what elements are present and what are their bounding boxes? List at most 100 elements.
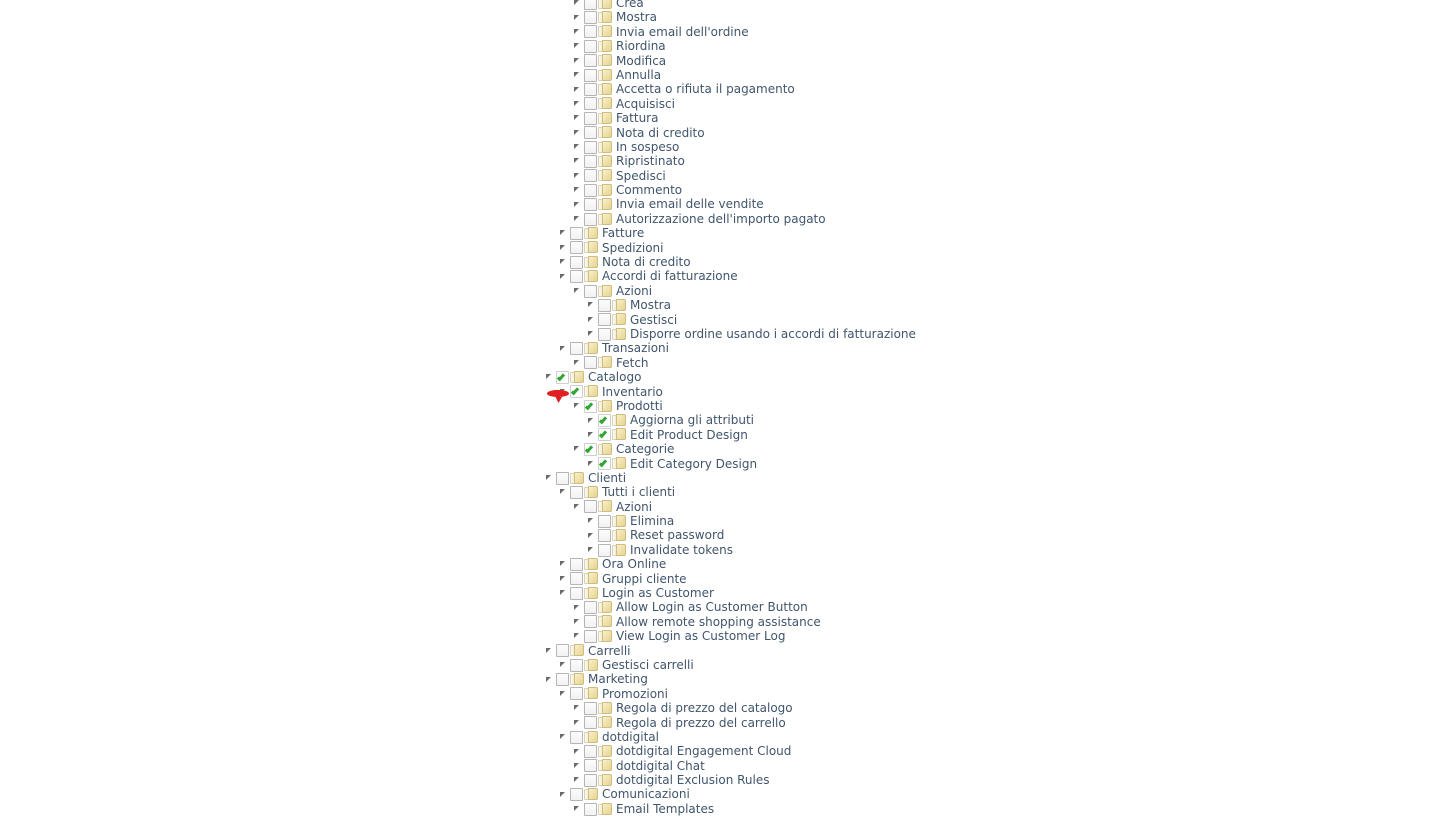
expand-collapse-triangle-icon[interactable] — [571, 773, 584, 787]
tree-node[interactable]: Fetch — [543, 356, 1403, 370]
checkbox-unchecked-icon[interactable] — [584, 97, 597, 111]
expand-collapse-triangle-icon[interactable] — [571, 802, 584, 816]
expand-collapse-triangle-icon[interactable] — [557, 557, 570, 571]
tree-node[interactable]: View Login as Customer Log — [543, 629, 1403, 643]
expand-collapse-triangle-icon[interactable] — [557, 270, 570, 284]
expand-collapse-triangle-icon[interactable] — [571, 701, 584, 715]
checkbox-unchecked-icon[interactable] — [584, 0, 597, 10]
checkbox-unchecked-icon[interactable] — [584, 198, 597, 212]
expand-collapse-triangle-icon[interactable] — [585, 313, 598, 327]
tree-node[interactable]: Crea — [543, 0, 1403, 10]
tree-node[interactable]: Carrelli — [543, 644, 1403, 658]
expand-collapse-triangle-icon[interactable] — [571, 500, 584, 514]
tree-node[interactable]: Login as Customer — [543, 586, 1403, 600]
tree-node[interactable]: Fattura — [543, 111, 1403, 125]
tree-node[interactable]: Edit Product Design — [543, 428, 1403, 442]
expand-collapse-triangle-icon[interactable] — [571, 39, 584, 53]
expand-collapse-triangle-icon[interactable] — [585, 457, 598, 471]
checkbox-unchecked-icon[interactable] — [584, 773, 597, 787]
checkbox-unchecked-icon[interactable] — [584, 716, 597, 730]
expand-collapse-triangle-icon[interactable] — [585, 543, 598, 557]
checkbox-unchecked-icon[interactable] — [570, 241, 583, 255]
tree-node[interactable]: Transazioni — [543, 341, 1403, 355]
role-resources-tree[interactable]: Crea Mostra Invia email dell'ordine Riordin… — [543, 0, 1403, 816]
expand-collapse-triangle-icon[interactable] — [557, 687, 570, 701]
tree-node[interactable]: Riordina — [543, 39, 1403, 53]
expand-collapse-triangle-icon[interactable] — [571, 615, 584, 629]
checkbox-unchecked-icon[interactable] — [584, 54, 597, 68]
expand-collapse-triangle-icon[interactable] — [543, 370, 556, 384]
expand-collapse-triangle-icon[interactable] — [557, 658, 570, 672]
expand-collapse-triangle-icon[interactable] — [557, 342, 570, 356]
tree-node[interactable]: Tutti i clienti — [543, 485, 1403, 499]
expand-collapse-triangle-icon[interactable] — [571, 399, 584, 413]
expand-collapse-triangle-icon[interactable] — [543, 644, 556, 658]
checkbox-unchecked-icon[interactable] — [570, 342, 583, 356]
checkbox-checked-icon[interactable] — [598, 428, 611, 442]
checkbox-unchecked-icon[interactable] — [584, 212, 597, 226]
expand-collapse-triangle-icon[interactable] — [571, 68, 584, 82]
expand-collapse-triangle-icon[interactable] — [571, 111, 584, 125]
tree-node[interactable]: Autorizzazione dell'importo pagato — [543, 212, 1403, 226]
tree-node[interactable]: Allow remote shopping assistance — [543, 615, 1403, 629]
checkbox-checked-icon[interactable] — [570, 385, 583, 399]
expand-collapse-triangle-icon[interactable] — [585, 298, 598, 312]
checkbox-unchecked-icon[interactable] — [570, 270, 583, 284]
expand-collapse-triangle-icon[interactable] — [571, 54, 584, 68]
checkbox-unchecked-icon[interactable] — [598, 543, 611, 557]
checkbox-unchecked-icon[interactable] — [570, 572, 583, 586]
expand-collapse-triangle-icon[interactable] — [585, 327, 598, 341]
tree-node[interactable]: Disporre ordine usando i accordi di fatt… — [543, 327, 1403, 341]
tree-node[interactable]: Invalidate tokens — [543, 543, 1403, 557]
tree-node[interactable]: Catalogo — [543, 370, 1403, 384]
expand-collapse-triangle-icon[interactable] — [543, 471, 556, 485]
checkbox-unchecked-icon[interactable] — [584, 111, 597, 125]
tree-node[interactable]: Azioni — [543, 284, 1403, 298]
expand-collapse-triangle-icon[interactable] — [571, 716, 584, 730]
tree-node[interactable]: dotdigital Chat — [543, 759, 1403, 773]
checkbox-unchecked-icon[interactable] — [598, 313, 611, 327]
tree-node[interactable]: Marketing — [543, 672, 1403, 686]
tree-node[interactable]: Accetta o rifiuta il pagamento — [543, 82, 1403, 96]
tree-node[interactable]: Modifica — [543, 54, 1403, 68]
tree-node[interactable]: Promozioni — [543, 687, 1403, 701]
checkbox-unchecked-icon[interactable] — [570, 586, 583, 600]
checkbox-unchecked-icon[interactable] — [584, 500, 597, 514]
expand-collapse-triangle-icon[interactable] — [571, 629, 584, 643]
checkbox-unchecked-icon[interactable] — [584, 39, 597, 53]
tree-node[interactable]: Regola di prezzo del carrello — [543, 716, 1403, 730]
checkbox-checked-icon[interactable] — [598, 457, 611, 471]
expand-collapse-triangle-icon[interactable] — [585, 514, 598, 528]
checkbox-unchecked-icon[interactable] — [570, 730, 583, 744]
checkbox-unchecked-icon[interactable] — [598, 529, 611, 543]
tree-node[interactable]: Mostra — [543, 298, 1403, 312]
tree-node[interactable]: dotdigital Engagement Cloud — [543, 744, 1403, 758]
checkbox-unchecked-icon[interactable] — [584, 745, 597, 758]
tree-node[interactable]: Acquisisci — [543, 97, 1403, 111]
checkbox-unchecked-icon[interactable] — [570, 557, 583, 571]
expand-collapse-triangle-icon[interactable] — [557, 586, 570, 600]
tree-node[interactable]: Clienti — [543, 471, 1403, 485]
tree-node[interactable]: Elimina — [543, 514, 1403, 528]
checkbox-unchecked-icon[interactable] — [598, 327, 611, 341]
checkbox-unchecked-icon[interactable] — [556, 644, 569, 658]
checkbox-checked-icon[interactable] — [556, 370, 569, 384]
checkbox-unchecked-icon[interactable] — [584, 140, 597, 154]
expand-collapse-triangle-icon[interactable] — [571, 0, 584, 10]
tree-node[interactable]: Gruppi cliente — [543, 572, 1403, 586]
expand-collapse-triangle-icon[interactable] — [571, 83, 584, 97]
checkbox-unchecked-icon[interactable] — [584, 68, 597, 82]
tree-node[interactable]: Gestisci — [543, 313, 1403, 327]
checkbox-unchecked-icon[interactable] — [584, 356, 597, 370]
checkbox-checked-icon[interactable] — [598, 414, 611, 428]
tree-node[interactable]: Aggiorna gli attributi — [543, 413, 1403, 427]
expand-collapse-triangle-icon[interactable] — [543, 673, 556, 687]
checkbox-unchecked-icon[interactable] — [556, 471, 569, 485]
checkbox-unchecked-icon[interactable] — [584, 284, 597, 298]
tree-node[interactable]: Commento — [543, 183, 1403, 197]
expand-collapse-triangle-icon[interactable] — [557, 255, 570, 269]
expand-collapse-triangle-icon[interactable] — [571, 25, 584, 39]
checkbox-unchecked-icon[interactable] — [584, 802, 597, 816]
tree-node[interactable]: Email Templates — [543, 802, 1403, 816]
expand-collapse-triangle-icon[interactable] — [557, 730, 570, 744]
